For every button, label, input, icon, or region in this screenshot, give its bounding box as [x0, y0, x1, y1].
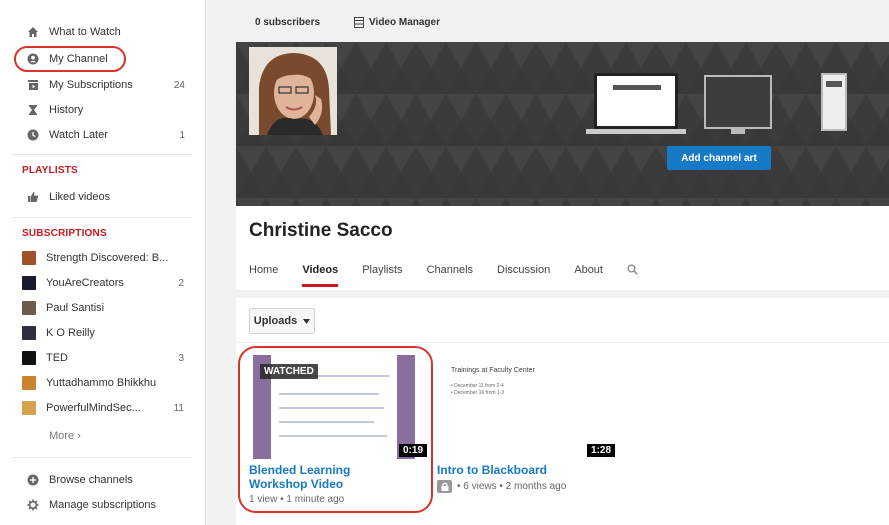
video-thumbnail[interactable]: Trainings at Faculty Center • December 1…: [437, 355, 617, 459]
video-meta-row: • 6 views • 2 months ago: [437, 480, 617, 493]
subscription-name: K O Reilly: [46, 327, 95, 339]
search-icon[interactable]: [627, 264, 638, 287]
tab-channels[interactable]: Channels: [427, 264, 473, 287]
videos-content: Uploads WATCHED 0:19 Blended Learning Wo…: [236, 298, 889, 525]
uploads-label: Uploads: [253, 315, 298, 327]
tv-mockup: [704, 75, 772, 129]
video-manager-label: Video Manager: [369, 16, 440, 28]
profile-photo-illustration: [249, 47, 337, 135]
subscriber-count: 0 subscribers: [255, 16, 321, 28]
mockup-bar: [613, 85, 661, 90]
channel-banner: Add channel art: [236, 42, 889, 206]
divider: [236, 342, 889, 343]
tab-home[interactable]: Home: [249, 264, 278, 287]
nav-label: My Subscriptions: [49, 79, 133, 91]
nav-label: Watch Later: [49, 129, 108, 141]
nav-my-subscriptions[interactable]: My Subscriptions 24: [10, 76, 185, 94]
lock-icon: [437, 480, 452, 493]
plus-circle-icon: [26, 473, 40, 487]
nav-count: 1: [179, 129, 185, 141]
laptop-mockup: [594, 73, 678, 129]
subscription-name: TED: [46, 352, 68, 364]
channel-avatar: [22, 326, 36, 340]
subscription-name: YouAreCreators: [46, 277, 124, 289]
channel-name: Christine Sacco: [249, 220, 393, 241]
tv-stand: [731, 129, 745, 134]
subscription-name: PowerfulMindSec...: [46, 402, 141, 414]
thumb-text: • December 11 from 2-4: [451, 383, 504, 389]
channel-avatar: [22, 301, 36, 315]
clock-icon: [26, 128, 40, 142]
nav-count: 24: [173, 79, 185, 91]
add-channel-art-button[interactable]: Add channel art: [667, 146, 771, 170]
uploads-dropdown[interactable]: Uploads: [249, 308, 315, 334]
playlists-heading: PLAYLISTS: [22, 165, 78, 176]
thumb-text: • December 16 from 1-3: [451, 390, 505, 396]
nav-label: Browse channels: [49, 474, 133, 486]
video-title[interactable]: Intro to Blackboard: [437, 463, 617, 477]
nav-manage-subscriptions[interactable]: Manage subscriptions: [10, 496, 185, 514]
subscriptions-icon: [26, 78, 40, 92]
video-manager-link[interactable]: Video Manager: [354, 16, 440, 28]
nav-label: What to Watch: [49, 26, 121, 38]
mockup-bar: [826, 81, 842, 87]
channel-header: Christine Sacco Home Videos Playlists Ch…: [236, 206, 889, 290]
subscription-item[interactable]: Strength Discovered: B...: [22, 249, 184, 267]
channel-avatar: [22, 251, 36, 265]
subscription-item[interactable]: K O Reilly: [22, 324, 184, 342]
channel-topbar: 0 subscribers Video Manager: [236, 10, 440, 34]
subscription-item[interactable]: TED 3: [22, 349, 184, 367]
thumb-heading: Trainings at Faculty Center: [451, 367, 535, 374]
tab-playlists[interactable]: Playlists: [362, 264, 402, 287]
nav-label: Manage subscriptions: [49, 499, 157, 511]
thumbs-up-icon: [26, 190, 40, 204]
subscription-name: Paul Santisi: [46, 302, 105, 314]
sidebar: What to Watch My Channel My Subscription…: [0, 0, 206, 525]
subscription-item[interactable]: YouAreCreators 2: [22, 274, 184, 292]
divider: [12, 217, 192, 218]
more-link[interactable]: More ›: [49, 430, 81, 442]
channel-avatar: [22, 401, 36, 415]
subscription-count: 2: [178, 277, 184, 289]
phone-mockup: [821, 73, 847, 131]
video-meta: • 6 views • 2 months ago: [457, 481, 567, 492]
subscription-count: 3: [178, 352, 184, 364]
subscription-item[interactable]: PowerfulMindSec... 11: [22, 399, 184, 417]
home-icon: [26, 25, 40, 39]
subscriptions-heading: SUBSCRIPTIONS: [22, 228, 107, 239]
nav-history[interactable]: History: [10, 101, 185, 119]
nav-watch-later[interactable]: Watch Later 1: [10, 126, 185, 144]
divider: [12, 457, 192, 458]
channel-avatar: [22, 276, 36, 290]
channel-avatar: [22, 376, 36, 390]
caret-down-icon: [303, 318, 311, 324]
subscription-name: Strength Discovered: B...: [46, 252, 169, 264]
nav-liked-videos[interactable]: Liked videos: [10, 188, 185, 206]
subscription-item[interactable]: Paul Santisi: [22, 299, 184, 317]
subscription-name: Yuttadhammo Bhikkhu: [46, 377, 157, 389]
tab-discussion[interactable]: Discussion: [497, 264, 550, 287]
highlight-oval-video: [238, 346, 433, 513]
channel-avatar: [22, 351, 36, 365]
nav-label: Liked videos: [49, 191, 111, 203]
channel-tabs: Home Videos Playlists Channels Discussio…: [249, 264, 662, 287]
tab-videos[interactable]: Videos: [302, 264, 339, 287]
hourglass-icon: [26, 103, 40, 117]
highlight-oval-my-channel: [14, 46, 126, 72]
nav-what-to-watch[interactable]: What to Watch: [10, 23, 185, 41]
channel-avatar-photo[interactable]: [249, 47, 337, 135]
nav-label: History: [49, 104, 84, 116]
laptop-base: [586, 129, 686, 134]
video-manager-icon: [354, 16, 365, 28]
gear-icon: [26, 498, 40, 512]
subscription-count: 11: [173, 402, 184, 414]
tab-about[interactable]: About: [574, 264, 603, 287]
divider: [12, 154, 192, 155]
video-duration: 1:28: [586, 444, 615, 457]
video-card[interactable]: Trainings at Faculty Center • December 1…: [437, 355, 617, 493]
subscription-item[interactable]: Yuttadhammo Bhikkhu: [22, 374, 184, 392]
nav-browse-channels[interactable]: Browse channels: [10, 471, 185, 489]
